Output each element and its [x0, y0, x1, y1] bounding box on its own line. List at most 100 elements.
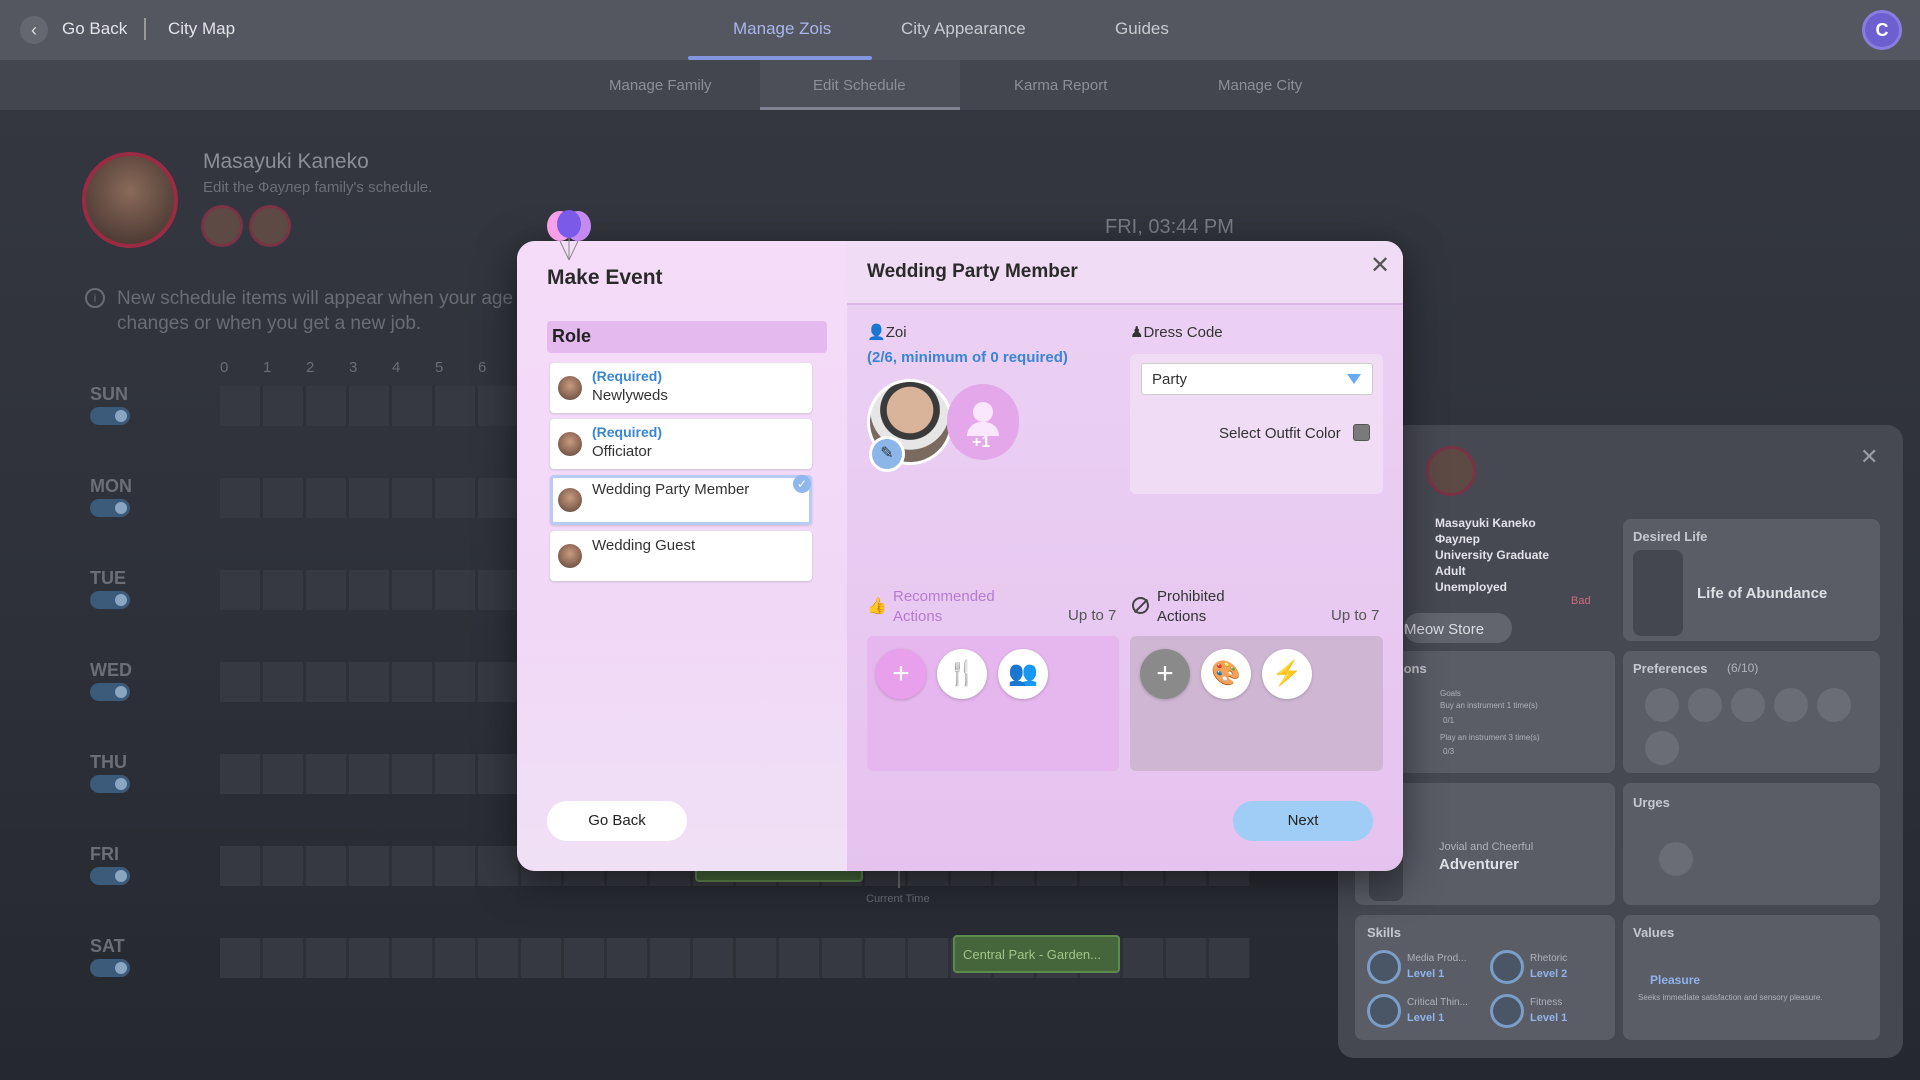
divider: [144, 18, 146, 40]
value-description: Seeks immediate satisfaction and sensory…: [1638, 993, 1823, 1002]
tab-city-appearance[interactable]: City Appearance: [901, 19, 1026, 39]
skill-name: Rhetoric: [1530, 953, 1568, 964]
back-chevron-icon[interactable]: ‹: [20, 16, 48, 44]
pencil-icon[interactable]: ✎: [869, 436, 905, 472]
schedule-info-text: New schedule items will appear when your…: [117, 288, 514, 334]
day-label-thu: THU: [90, 752, 127, 772]
karma-status: Bad: [1571, 595, 1591, 607]
desired-life-image: [1633, 550, 1683, 636]
info-icon: i: [85, 288, 105, 308]
panel-avatar[interactable]: [1426, 446, 1476, 496]
role-required-tag: (Required): [592, 424, 662, 440]
prohibited-limit: Up to 7: [1331, 607, 1380, 624]
recommended-actions-label: Recommended Actions: [893, 587, 995, 627]
skill-level: Level 2: [1530, 968, 1568, 980]
outfit-color-label: Select Outfit Color: [1219, 425, 1341, 442]
day-toggle[interactable]: [90, 775, 130, 793]
skill-name: Critical Thin...: [1407, 997, 1468, 1008]
skills-title: Skills: [1367, 925, 1401, 940]
role-header: Role: [547, 321, 827, 353]
dress-icon: ♟: [1130, 324, 1144, 341]
subtab-edit-schedule[interactable]: Edit Schedule: [813, 77, 906, 94]
person-icon: 👤: [867, 324, 886, 341]
skill-level: Level 1: [1530, 1012, 1568, 1024]
subtab-karma-report[interactable]: Karma Report: [1014, 77, 1107, 94]
go-back-link[interactable]: Go Back: [62, 19, 127, 39]
boxing-glove-icon: [1645, 731, 1679, 765]
day-toggle[interactable]: [90, 683, 130, 701]
dress-code-select[interactable]: Party: [1141, 363, 1373, 395]
hour-label: 4: [392, 359, 401, 376]
add-zoi-count: +1: [972, 434, 991, 451]
day-toggle[interactable]: [90, 591, 130, 609]
goal-1: Buy an instrument 1 time(s): [1440, 701, 1538, 710]
tab-guides[interactable]: Guides: [1115, 19, 1169, 39]
day-toggle[interactable]: [90, 959, 130, 977]
fork-knife-icon[interactable]: 🍴: [937, 649, 987, 699]
meow-store-label[interactable]: Meow Store: [1404, 621, 1484, 638]
panel-education: University Graduate: [1435, 548, 1550, 562]
zoi-label-text: Zoi: [885, 324, 907, 341]
chevron-down-icon[interactable]: [1347, 374, 1361, 384]
add-zoi-button[interactable]: +1: [947, 384, 1019, 460]
profile-avatar: [82, 152, 178, 248]
lightning-icon[interactable]: ⚡: [1262, 649, 1312, 699]
panel-name: Masayuki Kaneko: [1435, 516, 1536, 530]
day-label-mon: MON: [90, 476, 132, 496]
day-toggle[interactable]: [90, 867, 130, 885]
role-avatar: [558, 432, 582, 456]
make-event-modal: Make Event Role (Required) Newlyweds (Re…: [517, 241, 1403, 871]
schedule-event[interactable]: Central Park - Garden...: [953, 935, 1120, 973]
family-member-avatar[interactable]: [201, 205, 243, 247]
panel-family: Фаулер: [1435, 532, 1480, 546]
hour-label: 2: [306, 359, 315, 376]
skill-icon: [1490, 994, 1524, 1028]
day-toggle[interactable]: [90, 407, 130, 425]
prohibited-actions-label: Prohibited Actions: [1157, 587, 1225, 627]
next-button[interactable]: Next: [1233, 801, 1373, 841]
zoi-label: 👤Zoi: [867, 323, 907, 341]
hour-labels: 0 1 2 3 4 5 6: [220, 359, 521, 376]
value-name: Pleasure: [1650, 973, 1701, 987]
hour-label: 6: [478, 359, 487, 376]
role-item-officiator[interactable]: (Required) Officiator: [550, 419, 812, 469]
preferences-title: Preferences: [1633, 661, 1708, 676]
skill-icon: [1367, 950, 1401, 984]
subtab-manage-city[interactable]: Manage City: [1218, 77, 1302, 94]
desired-life-title: Desired Life: [1633, 529, 1708, 544]
skill-icon: [1490, 950, 1524, 984]
skill-level: Level 1: [1407, 1012, 1445, 1024]
panel-age: Adult: [1435, 564, 1466, 578]
tab-manage-zois[interactable]: Manage Zois: [733, 19, 831, 39]
role-avatar: [558, 488, 582, 512]
trait-name: Adventurer: [1439, 856, 1520, 873]
skill-level: Level 1: [1407, 968, 1445, 980]
day-label-sun: SUN: [90, 384, 129, 404]
recommended-limit: Up to 7: [1068, 607, 1117, 624]
plant-icon: [1645, 688, 1679, 722]
day-toggle[interactable]: [90, 499, 130, 517]
role-item-wedding-guest[interactable]: Wedding Guest: [550, 531, 812, 581]
top-bar: ‹ Go Back City Map Manage Zois City Appe…: [0, 0, 1920, 60]
close-icon[interactable]: ✕: [1860, 444, 1878, 470]
user-avatar[interactable]: C: [1862, 10, 1902, 50]
gamepad-icon: [1731, 688, 1765, 722]
role-item-newlyweds[interactable]: (Required) Newlyweds: [550, 363, 812, 413]
close-icon[interactable]: ✕: [1370, 251, 1390, 280]
color-palette-icon[interactable]: 🎨: [1201, 649, 1251, 699]
add-recommended-action-button[interactable]: +: [876, 649, 926, 699]
outfit-color-swatch[interactable]: [1353, 424, 1370, 441]
city-map-link[interactable]: City Map: [168, 19, 235, 39]
family-member-avatar[interactable]: [249, 205, 291, 247]
role-name: Wedding Party Member: [592, 481, 750, 498]
role-avatar: [558, 544, 582, 568]
role-name: Newlyweds: [592, 387, 668, 404]
hour-label: 5: [435, 359, 444, 376]
people-icon[interactable]: 👥: [998, 649, 1048, 699]
role-avatar: [558, 376, 582, 400]
add-prohibited-action-button[interactable]: +: [1140, 649, 1190, 699]
subtab-manage-family[interactable]: Manage Family: [609, 77, 712, 94]
role-item-wedding-party-member[interactable]: Wedding Party Member ✓: [550, 475, 812, 525]
trait-subtitle: Jovial and Cheerful: [1439, 841, 1534, 853]
go-back-button[interactable]: Go Back: [547, 801, 687, 841]
